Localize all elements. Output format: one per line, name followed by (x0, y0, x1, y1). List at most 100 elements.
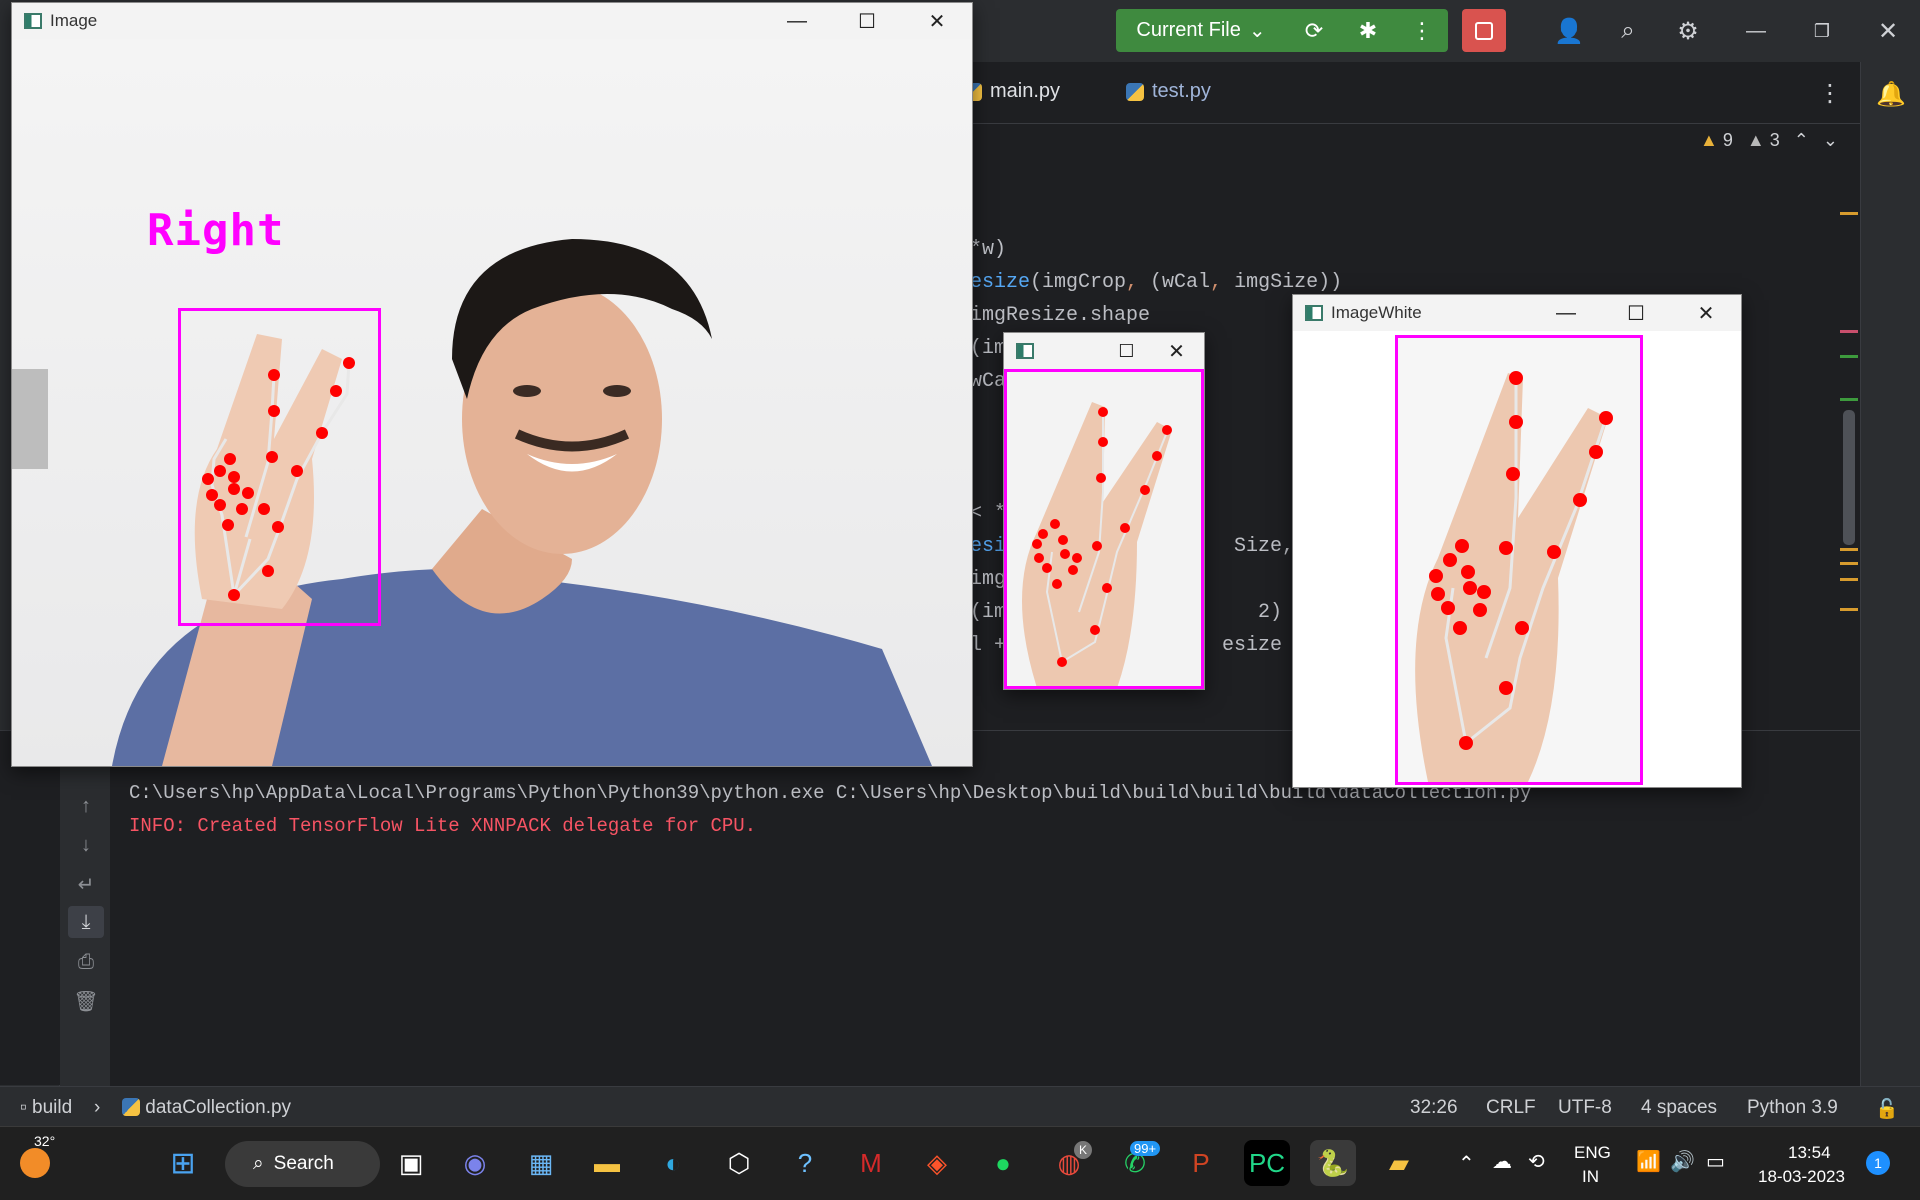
task-view-icon[interactable]: ▣ (388, 1140, 434, 1186)
clock-time[interactable]: 13:54 (1788, 1143, 1831, 1163)
spotify-icon[interactable]: ● (980, 1140, 1026, 1186)
teams-chat-icon[interactable]: ◉ (452, 1140, 498, 1186)
start-windows-icon[interactable]: ⊞ (160, 1140, 206, 1186)
imagewhite-window[interactable]: ImageWhite — ☐ ✕ (1292, 294, 1742, 788)
chevron-right-icon: › (94, 1097, 101, 1118)
file-explorer-icon[interactable]: ▬ (584, 1140, 630, 1186)
hand-landmarks-overlay (202, 357, 355, 601)
clock-date[interactable]: 18-03-2023 (1758, 1167, 1845, 1187)
crop-window[interactable]: ☐ ✕ (1003, 332, 1205, 690)
chatgpt-app-icon[interactable]: ⬡ (716, 1140, 762, 1186)
minimize-icon[interactable]: — (1531, 295, 1601, 331)
powerpoint-icon[interactable]: P (1178, 1140, 1224, 1186)
print-icon[interactable]: ⎙ (68, 946, 104, 978)
weather-sun-icon (20, 1148, 50, 1178)
arrow-up-icon[interactable]: ↑ (68, 790, 104, 822)
lock-icon[interactable]: 🔓 (1875, 1097, 1899, 1121)
restore-icon[interactable]: ❐ (1802, 11, 1842, 51)
taskbar-search[interactable]: ⌕ Search (225, 1141, 380, 1187)
maximize-icon[interactable]: ☐ (1601, 295, 1671, 331)
chevron-up-icon[interactable]: ⌃ (1458, 1151, 1475, 1176)
file-encoding[interactable]: UTF-8 (1558, 1097, 1612, 1119)
add-user-icon[interactable]: 👤 (1549, 11, 1589, 51)
warning-icon: ▲ (1700, 130, 1718, 150)
wifi-icon[interactable]: 📶 (1636, 1149, 1661, 1174)
debug-bug-icon[interactable]: ✱ (1348, 9, 1388, 52)
editor-scrollbar[interactable] (1843, 410, 1855, 545)
indent-setting[interactable]: 4 spaces (1641, 1097, 1717, 1119)
app-icon (24, 13, 42, 29)
close-icon[interactable]: ✕ (1671, 295, 1741, 331)
console-info-line: INFO: Created TensorFlow Lite XNNPACK de… (129, 815, 757, 837)
crop-window-titlebar[interactable]: ☐ ✕ (1004, 333, 1204, 369)
line-separator[interactable]: CRLF (1486, 1097, 1536, 1119)
error-stripe-mark (1840, 212, 1858, 215)
error-stripe-mark (1840, 398, 1858, 401)
breadcrumb-folder: build (32, 1097, 73, 1118)
code-line: esize(imgCrop, (wCal, imgSize)) (970, 271, 1343, 294)
notifications-bell-icon[interactable]: 🔔 (1871, 74, 1911, 114)
volume-icon[interactable]: 🔊 (1670, 1149, 1695, 1174)
rerun-icon[interactable]: ⟳ (1294, 9, 1334, 52)
warning-count: 9 (1722, 130, 1733, 150)
error-stripe-mark (1840, 562, 1858, 565)
python-app-icon[interactable]: 🐍 (1310, 1140, 1356, 1186)
scroll-to-end-icon[interactable]: ⤓ (68, 906, 104, 938)
battery-icon[interactable]: ▭ (1706, 1149, 1725, 1174)
code-line: imgResize.shape (970, 304, 1151, 327)
search-icon: ⌕ (253, 1153, 264, 1174)
language-bottom[interactable]: IN (1582, 1167, 1599, 1187)
store-icon[interactable]: ▦ (518, 1140, 564, 1186)
taskbar-search-label: Search (273, 1153, 334, 1174)
tab-main-py[interactable]: main.py (964, 80, 1060, 103)
close-icon[interactable]: ✕ (1149, 333, 1204, 369)
python-interpreter[interactable]: Python 3.9 (1747, 1097, 1838, 1119)
chevron-down-icon[interactable]: ⌄ (1823, 130, 1838, 151)
close-icon[interactable]: ✕ (1868, 11, 1908, 51)
close-icon[interactable]: ✕ (902, 3, 972, 39)
imagewhite-window-titlebar[interactable]: ImageWhite — ☐ ✕ (1293, 295, 1741, 331)
inspection-widget[interactable]: ▲ 9 ▲ 3 ⌃ ⌄ (1700, 130, 1838, 151)
weak-warning-count: 3 (1769, 130, 1780, 150)
python-file-icon (122, 1098, 140, 1116)
minimize-icon[interactable]: — (1736, 11, 1776, 51)
cropped-hand-frame (1004, 369, 1204, 689)
breadcrumb-file-item[interactable]: dataCollection.py (122, 1097, 291, 1119)
weather-temp: 32° (34, 1133, 56, 1149)
help-icon[interactable]: ? (782, 1140, 828, 1186)
onedrive-cloud-icon[interactable]: ☁ (1492, 1149, 1512, 1174)
stop-button[interactable] (1462, 9, 1506, 52)
minimize-icon[interactable]: — (762, 3, 832, 39)
windows-taskbar: 32° ⊞ ⌕ Search ▣ ◉ ▦ ▬ ◐ ⬡ ? M ◈ ● ◍ K ✆… (0, 1126, 1920, 1200)
error-stripe-mark (1840, 330, 1858, 333)
tab-label: main.py (990, 80, 1061, 102)
error-stripe-mark (1840, 578, 1858, 581)
sync-icon[interactable]: ⟲ (1528, 1149, 1545, 1174)
notification-count[interactable]: 1 (1866, 1151, 1890, 1175)
trash-icon[interactable]: 🗑 (68, 985, 104, 1017)
tabs-more-icon[interactable]: ⋮ (1810, 73, 1850, 113)
image-window[interactable]: Image — ☐ ✕ Right (11, 2, 973, 767)
more-vertical-icon[interactable]: ⋮ (1402, 9, 1442, 52)
chevron-up-icon[interactable]: ⌃ (1794, 130, 1809, 151)
pycharm-icon[interactable]: PC (1244, 1140, 1290, 1186)
stop-icon (1475, 21, 1493, 40)
tab-test-py[interactable]: test.py (1126, 80, 1211, 103)
gear-icon[interactable]: ⚙ (1668, 11, 1708, 51)
soft-wrap-icon[interactable]: ↵ (68, 868, 104, 900)
run-config-dropdown[interactable]: Current File ⌄ (1116, 9, 1286, 52)
edge-browser-icon[interactable]: ◐ (650, 1140, 696, 1186)
maximize-icon[interactable]: ☐ (1104, 333, 1149, 369)
breadcrumb[interactable]: ▫ build (20, 1097, 72, 1119)
photos-folder-icon[interactable]: ▰ (1376, 1140, 1422, 1186)
image-window-titlebar[interactable]: Image — ☐ ✕ (12, 3, 972, 39)
arrow-down-icon[interactable]: ↓ (68, 829, 104, 861)
maximize-icon[interactable]: ☐ (832, 3, 902, 39)
mcafee-icon[interactable]: M (848, 1140, 894, 1186)
language-top[interactable]: ENG (1574, 1143, 1611, 1163)
caret-position[interactable]: 32:26 (1410, 1097, 1458, 1119)
code-line: < * (970, 502, 1007, 525)
brave-browser-icon[interactable]: ◈ (914, 1140, 960, 1186)
cropped-hand-graphic (1022, 402, 1172, 686)
search-icon[interactable]: ⌕ (1608, 11, 1648, 51)
